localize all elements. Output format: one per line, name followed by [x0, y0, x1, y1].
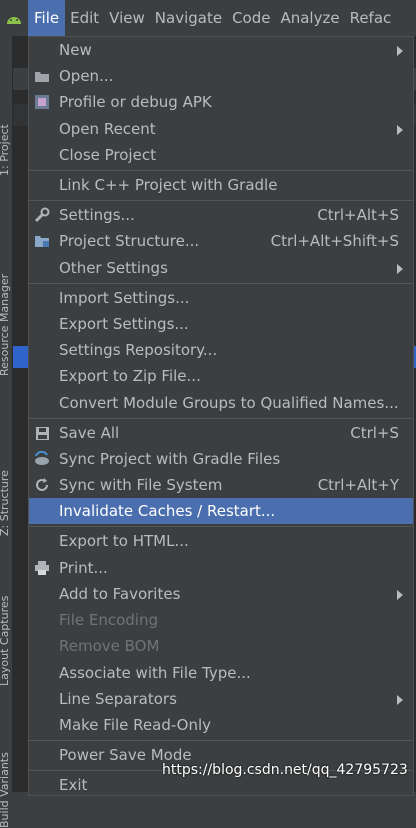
menu-item-sync-gradle[interactable]: Sync Project with Gradle Files: [29, 446, 413, 472]
menu-item-convert-module-groups[interactable]: Convert Module Groups to Qualified Names…: [29, 390, 413, 416]
menu-item-profile-apk[interactable]: Profile or debug APK: [29, 89, 413, 115]
printer-icon: [33, 559, 51, 577]
submenu-arrow-icon: [397, 264, 403, 274]
menu-view[interactable]: View: [104, 0, 150, 36]
menu-code[interactable]: Code: [227, 0, 275, 36]
menu-item-new[interactable]: New: [29, 37, 413, 63]
menu-separator: [29, 740, 413, 741]
menu-item-project-structure[interactable]: Project Structure... Ctrl+Alt+Shift+S: [29, 228, 413, 254]
menu-item-make-read-only[interactable]: Make File Read-Only: [29, 712, 413, 738]
menu-item-remove-bom: Remove BOM: [59, 637, 160, 655]
menu-edit[interactable]: Edit: [65, 0, 104, 36]
file-menu-popup: New Open... Profile or debug APK Open Re…: [28, 36, 414, 796]
submenu-arrow-icon: [397, 125, 403, 135]
menu-item-file-encoding: File Encoding: [59, 611, 158, 629]
android-studio-icon: [0, 0, 28, 36]
menu-analyze[interactable]: Analyze: [275, 0, 344, 36]
menu-item-close-project[interactable]: Close Project: [29, 142, 413, 168]
menu-item-open-recent[interactable]: Open Recent: [29, 116, 413, 142]
menu-item-export-zip[interactable]: Export to Zip File...: [29, 363, 413, 389]
menu-item-other-settings[interactable]: Other Settings: [29, 255, 413, 281]
folder-icon: [33, 67, 51, 85]
menu-separator: [29, 200, 413, 201]
refresh-icon: [33, 476, 51, 494]
submenu-arrow-icon: [397, 46, 403, 56]
gradle-sync-icon: [33, 450, 51, 468]
submenu-arrow-icon: [397, 695, 403, 705]
menu-separator: [29, 418, 413, 419]
menu-item-open[interactable]: Open...: [29, 63, 413, 89]
menu-refactor[interactable]: Refac: [345, 0, 397, 36]
menu-item-invalidate-caches[interactable]: Invalidate Caches / Restart...: [29, 498, 413, 524]
submenu-arrow-icon: [397, 590, 403, 600]
menu-item-sync-file-system[interactable]: Sync with File System Ctrl+Alt+Y: [29, 472, 413, 498]
menu-file[interactable]: File: [28, 0, 66, 36]
menu-item-import-settings[interactable]: Import Settings...: [29, 285, 413, 311]
main-menu-bar: File Edit View Navigate Code Analyze Ref…: [0, 0, 416, 37]
menu-navigate[interactable]: Navigate: [150, 0, 227, 36]
wrench-icon: [33, 206, 51, 224]
menu-item-print[interactable]: Print...: [29, 555, 413, 581]
menu-item-associate-file-type[interactable]: Associate with File Type...: [29, 660, 413, 686]
menu-separator: [29, 170, 413, 171]
menu-item-line-separators[interactable]: Line Separators: [29, 686, 413, 712]
watermark-text: https://blog.csdn.net/qq_42795723: [162, 762, 408, 778]
menu-separator: [29, 526, 413, 527]
menu-item-export-html[interactable]: Export to HTML...: [29, 528, 413, 554]
left-tool-strip: 1: Project Resource Manager Z: Structure…: [0, 36, 13, 828]
project-structure-icon: [33, 232, 51, 250]
apk-icon: [33, 93, 51, 111]
menu-item-save-all[interactable]: Save All Ctrl+S: [29, 420, 413, 446]
menu-item-link-cpp[interactable]: Link C++ Project with Gradle: [29, 172, 413, 198]
menu-item-settings-repository[interactable]: Settings Repository...: [29, 337, 413, 363]
menu-item-export-settings[interactable]: Export Settings...: [29, 311, 413, 337]
menu-separator: [29, 283, 413, 284]
menu-item-settings[interactable]: Settings... Ctrl+Alt+S: [29, 202, 413, 228]
menu-item-add-favorites[interactable]: Add to Favorites: [29, 581, 413, 607]
save-icon: [33, 424, 51, 442]
